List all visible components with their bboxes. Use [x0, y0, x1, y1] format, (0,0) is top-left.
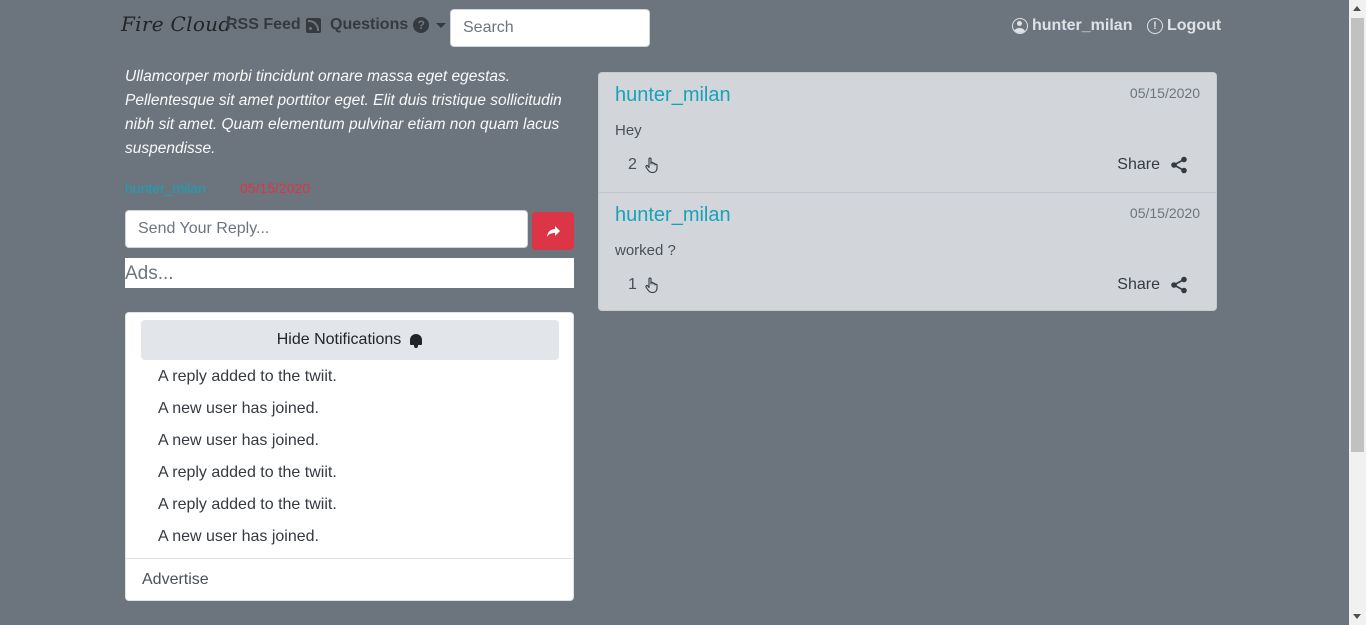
share-alt-icon — [1171, 156, 1187, 174]
notification-item[interactable]: A reply added to the twiit. — [158, 495, 337, 527]
send-reply-button[interactable] — [532, 212, 574, 250]
info-circle-icon: ! — [1147, 18, 1163, 34]
post-author-link[interactable]: hunter_milan — [125, 180, 206, 196]
nav-username: hunter_milan — [1032, 17, 1133, 34]
tweet-like-button[interactable]: 1 — [628, 276, 659, 294]
tweet-user-link[interactable]: hunter_milan — [615, 204, 731, 227]
hide-notifications-button[interactable]: Hide Notifications — [141, 320, 559, 360]
question-circle-icon: ? — [413, 17, 430, 33]
share-alt-icon — [1171, 276, 1187, 294]
page-scrollbar[interactable] — [1349, 0, 1366, 625]
tweet-share-button[interactable]: Share — [1117, 276, 1188, 294]
tweet-item: hunter_milan 05/15/2020 Hey 2 Share — [599, 73, 1216, 192]
notification-item[interactable]: A reply added to the twiit. — [158, 463, 337, 495]
notifications-card: Hide Notifications A reply added to the … — [125, 312, 574, 601]
tweet-like-count: 1 — [628, 276, 637, 293]
tweet-share-button[interactable]: Share — [1117, 156, 1188, 174]
nav-logout[interactable]: ! Logout — [1147, 17, 1221, 35]
notification-item[interactable]: A reply added to the twiit. — [158, 367, 337, 399]
post-body: Ullamcorper morbi tincidunt ornare massa… — [125, 68, 562, 157]
tweet-text: worked ? — [615, 242, 676, 259]
nav-rss-feed[interactable]: RSS Feed — [226, 16, 321, 34]
notification-item[interactable]: A new user has joined. — [158, 527, 337, 559]
tweets-list: hunter_milan 05/15/2020 Hey 2 Share hunt… — [598, 72, 1217, 311]
tweet-share-label: Share — [1117, 276, 1160, 293]
hide-notifications-label: Hide Notifications — [276, 331, 402, 348]
post-date: 05/15/2020 — [240, 180, 311, 196]
notification-item[interactable]: A new user has joined. — [158, 431, 337, 463]
rss-icon — [305, 17, 321, 33]
nav-questions-dropdown[interactable]: Questions ? — [330, 16, 447, 34]
tweet-user-link[interactable]: hunter_milan — [615, 84, 731, 107]
user-circle-icon — [1012, 18, 1028, 34]
tweet-share-label: Share — [1117, 156, 1160, 173]
tweet-like-button[interactable]: 2 — [628, 156, 659, 174]
search-input[interactable] — [450, 9, 650, 47]
nav-logout-label: Logout — [1167, 17, 1222, 34]
caret-down-icon — [436, 22, 447, 28]
share-arrow-icon — [546, 225, 560, 237]
notifications-list: A reply added to the twiit. A new user h… — [158, 367, 337, 559]
advertise-footer[interactable]: Advertise — [126, 558, 573, 600]
bell-icon — [409, 333, 423, 348]
reply-input[interactable] — [125, 210, 528, 248]
tweet-date: 05/15/2020 — [1129, 205, 1200, 221]
nav-questions-label: Questions — [330, 16, 409, 33]
tweet-date: 05/15/2020 — [1129, 85, 1200, 101]
scrollbar-thumb[interactable] — [1351, 18, 1364, 452]
brand-logo[interactable]: Fire Cloud — [121, 12, 231, 36]
tweet-like-count: 2 — [628, 156, 637, 173]
scroll-down-arrow-icon[interactable] — [1353, 614, 1361, 619]
tweet-item: hunter_milan 05/15/2020 worked ? 1 Share — [599, 192, 1216, 311]
tweet-text: Hey — [615, 122, 642, 139]
hand-pointer-icon — [645, 277, 658, 293]
scroll-up-arrow-icon[interactable] — [1353, 6, 1361, 11]
hand-pointer-icon — [645, 157, 658, 173]
ads-banner: Ads... — [125, 258, 574, 288]
nav-rss-label: RSS Feed — [226, 16, 301, 33]
notification-item[interactable]: A new user has joined. — [158, 399, 337, 431]
nav-user-profile[interactable]: hunter_milan — [1012, 17, 1132, 35]
